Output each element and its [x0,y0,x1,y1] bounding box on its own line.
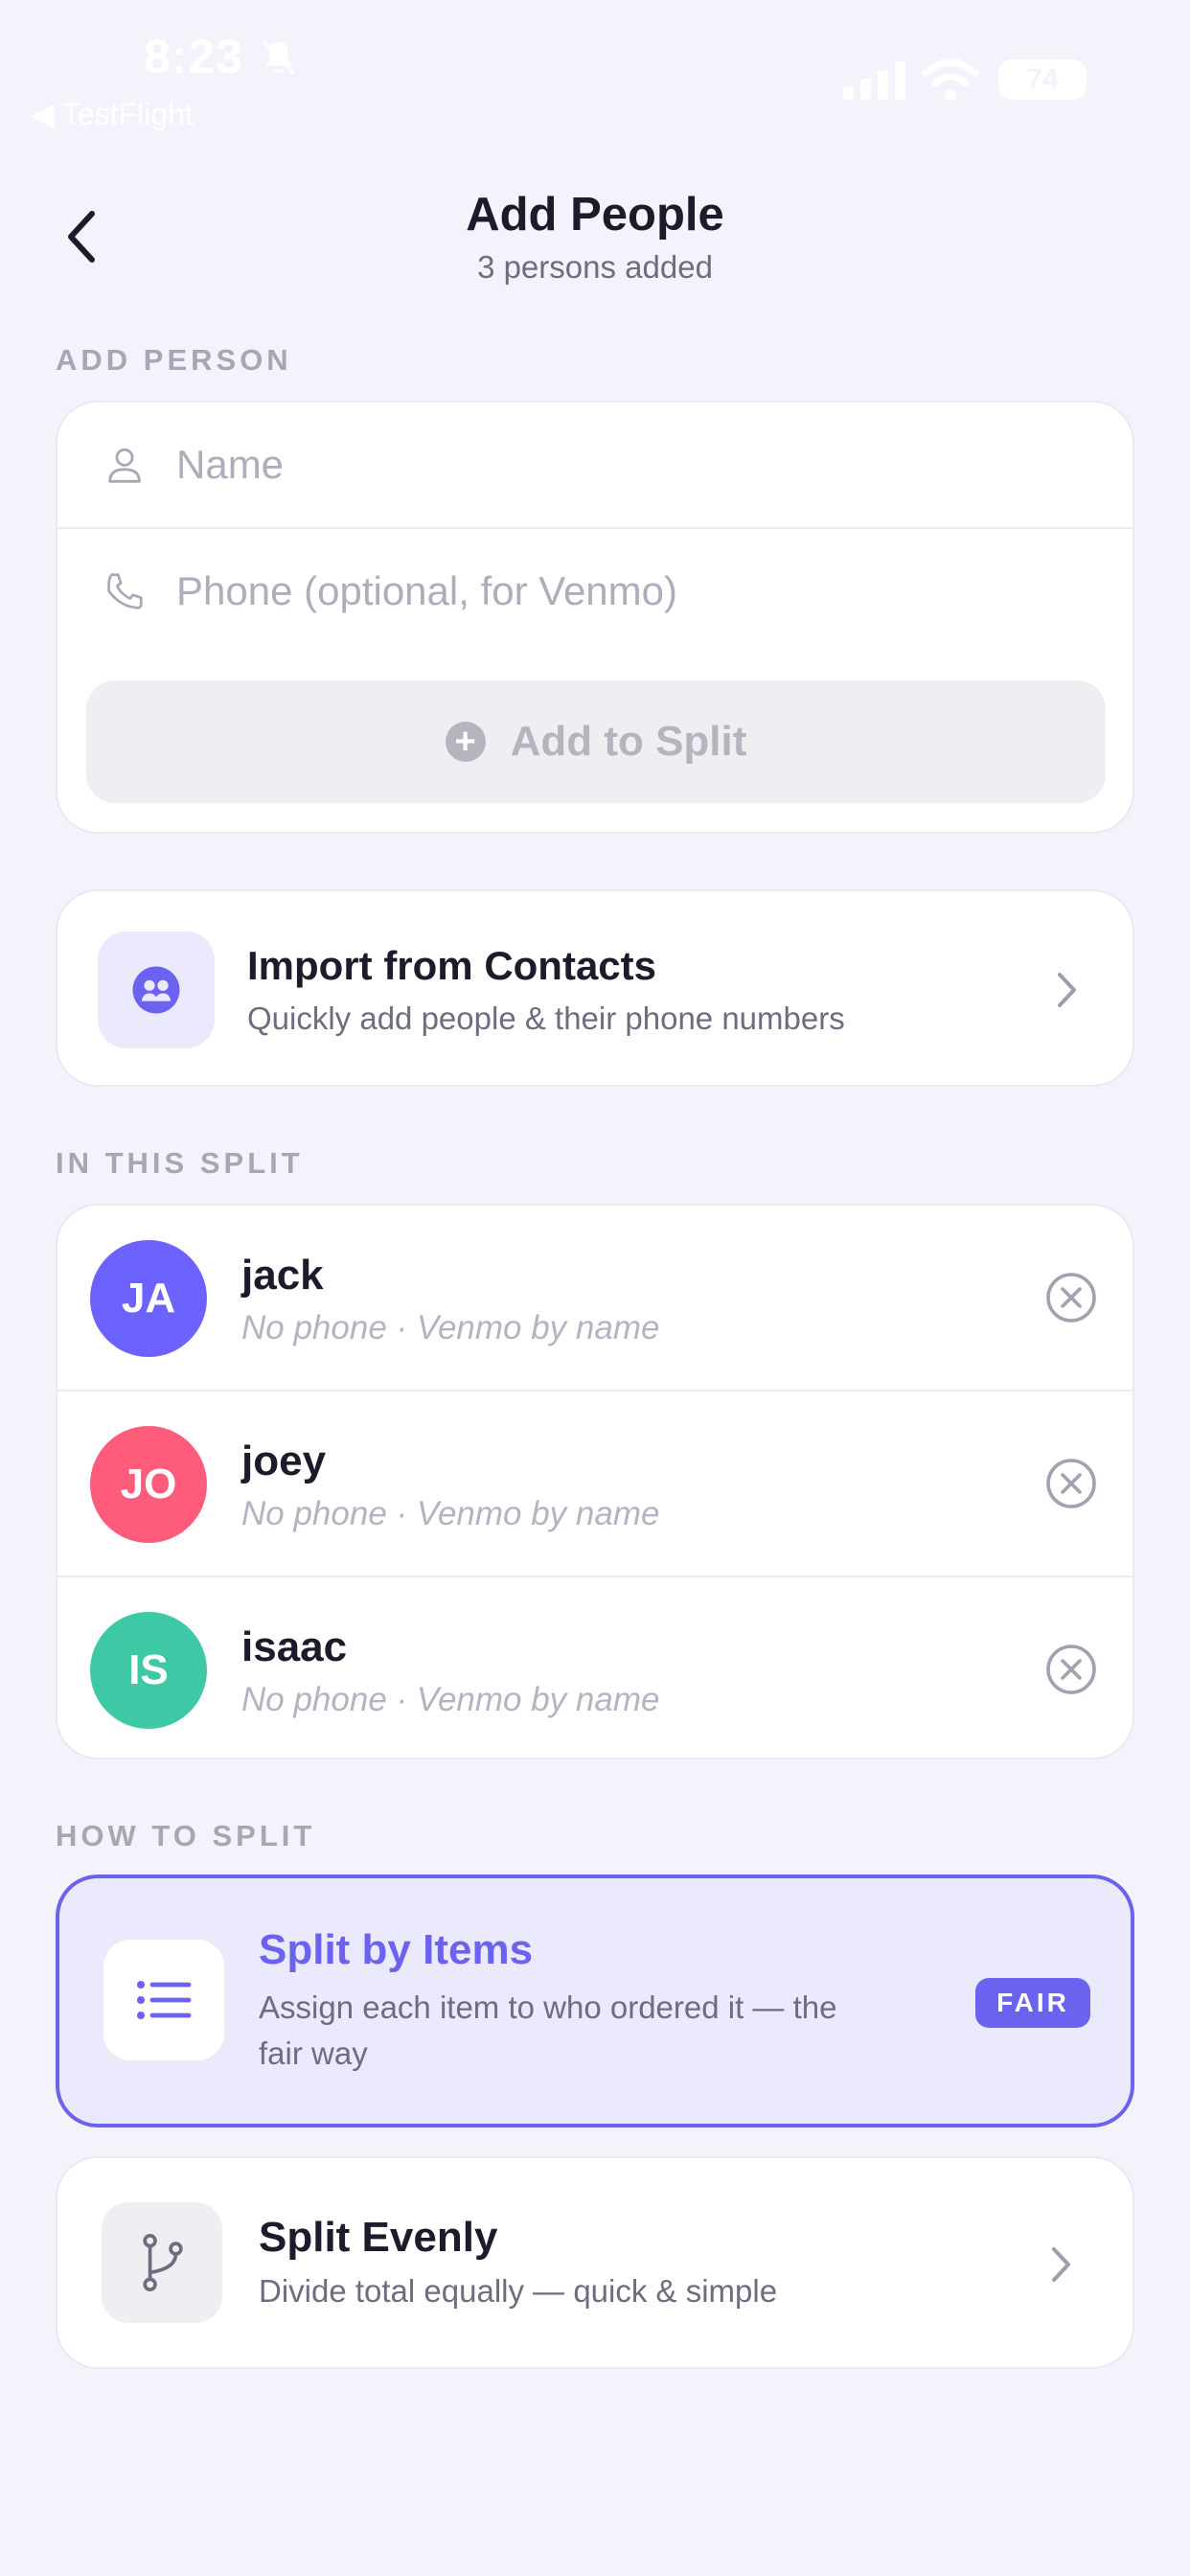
person-meta: No phone · Venmo by name [241,1681,660,1718]
fair-badge: FAIR [975,1978,1090,2028]
bell-muted-icon [263,40,295,75]
split-by-items-option[interactable]: Split by Items Assign each item to who o… [56,1874,1134,2128]
branch-icon [102,2202,222,2323]
page-title: Add People [466,189,724,241]
person-name: isaac [241,1623,348,1670]
section-label-add-person: ADD PERSON [56,343,292,377]
status-time: 8:23 [144,30,244,83]
contacts-icon [98,932,215,1048]
signal-icon [843,61,905,100]
list-icon [103,1940,224,2060]
name-input[interactable] [176,442,1039,488]
import-subtitle: Quickly add people & their phone numbers [247,1000,845,1036]
avatar: JO [90,1426,207,1543]
list-item: IS isaac No phone · Venmo by name [57,1577,1133,1761]
people-list: JA jack No phone · Venmo by name JO joey… [56,1204,1134,1760]
add-to-split-label: Add to Split [510,718,747,765]
split-evenly-subtitle: Divide total equally — quick & simple [259,2273,778,2309]
remove-person-button[interactable] [1044,1271,1098,1324]
avatar: IS [90,1612,207,1729]
avatar: JA [90,1240,207,1357]
section-label-how-to-split: HOW TO SPLIT [56,1819,316,1852]
list-item: JO joey No phone · Venmo by name [57,1392,1133,1576]
remove-person-button[interactable] [1044,1643,1098,1696]
chevron-right-icon [1048,966,1087,1014]
battery-level: 74 [1026,63,1059,95]
remove-person-button[interactable] [1044,1457,1098,1510]
back-to-testflight-link[interactable]: ◀ TestFlight [31,96,194,132]
split-by-items-subtitle-line1: Assign each item to who ordered it — the [259,1990,837,2025]
person-name: jack [241,1252,324,1299]
split-by-items-subtitle-line2: fair way [259,2036,368,2071]
person-meta: No phone · Venmo by name [241,1495,660,1532]
section-label-in-this-split: IN THIS SPLIT [56,1146,304,1180]
plus-circle-icon: + [445,722,486,762]
name-field-row [57,402,1133,527]
split-evenly-option[interactable]: Split Evenly Divide total equally — quic… [56,2156,1134,2369]
list-item: JA jack No phone · Venmo by name [57,1206,1133,1390]
person-name: joey [241,1438,327,1484]
import-title: Import from Contacts [247,943,657,988]
person-icon [96,443,153,487]
split-evenly-title: Split Evenly [259,2214,498,2261]
wifi-icon [922,58,979,101]
phone-field-row [57,529,1133,654]
chevron-right-icon [1042,2241,1081,2288]
split-by-items-title: Split by Items [259,1926,534,1973]
person-meta: No phone · Venmo by name [241,1309,660,1346]
phone-input[interactable] [176,568,1039,614]
add-person-card: + Add to Split [56,401,1134,834]
page-subtitle: 3 persons added [477,249,713,285]
add-to-split-button[interactable]: + Add to Split [86,680,1106,803]
phone-icon [96,569,153,613]
import-contacts-card[interactable]: Import from Contacts Quickly add people … [56,889,1134,1087]
